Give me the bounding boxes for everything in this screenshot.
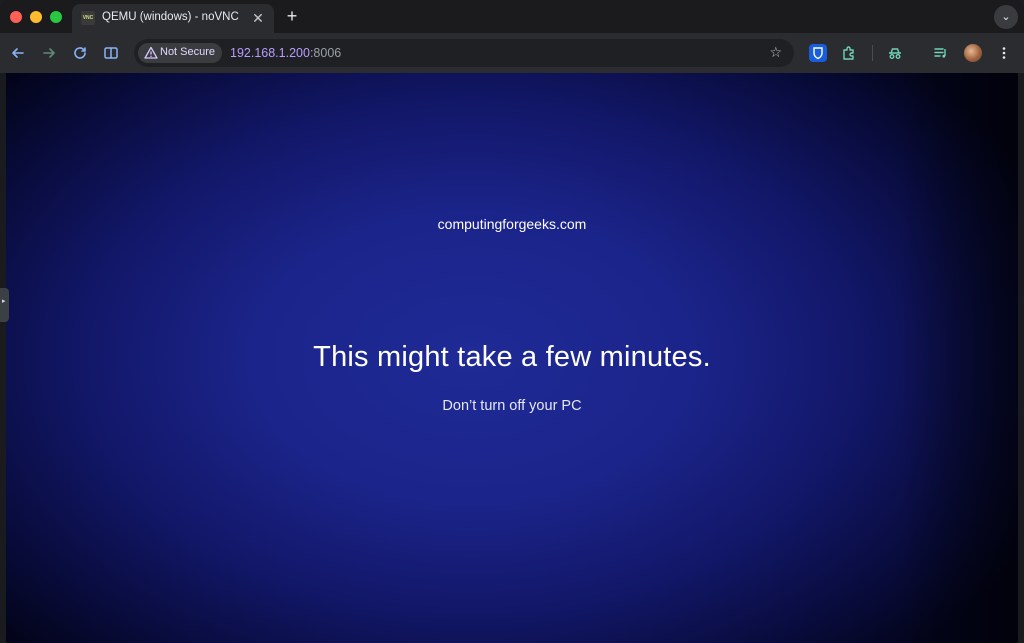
- toolbar-divider: [872, 45, 873, 61]
- chevron-right-icon: ▸: [2, 298, 6, 305]
- browser-window: VNC QEMU (windows) - noVNC ✕ + ⌄ Not Sec…: [0, 0, 1024, 643]
- bitwarden-icon[interactable]: [809, 44, 827, 62]
- back-icon[interactable]: [9, 44, 27, 62]
- toolbar: Not Secure 192.168.1.200:8006 ☆: [0, 33, 1024, 73]
- security-chip[interactable]: Not Secure: [138, 43, 222, 63]
- tab-search-icon[interactable]: ⌄: [994, 5, 1018, 29]
- more-menu-icon[interactable]: [995, 44, 1013, 62]
- media-control-icon[interactable]: [932, 44, 950, 62]
- extensions-icon[interactable]: [840, 44, 858, 62]
- url-port: :8006: [309, 46, 342, 60]
- novnc-control-bar-handle[interactable]: ▸: [0, 288, 9, 322]
- minimize-window-button[interactable]: [30, 11, 42, 23]
- split-view-icon[interactable]: [102, 44, 120, 62]
- novnc-favicon-icon: VNC: [81, 11, 95, 25]
- setup-headline: This might take a few minutes.: [313, 341, 711, 373]
- incognito-icon[interactable]: [886, 44, 904, 62]
- reload-icon[interactable]: [71, 44, 89, 62]
- close-window-button[interactable]: [10, 11, 22, 23]
- forward-icon[interactable]: [40, 44, 58, 62]
- tab-qemu-novnc[interactable]: VNC QEMU (windows) - noVNC ✕: [72, 4, 274, 33]
- maximize-window-button[interactable]: [50, 11, 62, 23]
- tab-title: QEMU (windows) - noVNC: [102, 11, 239, 23]
- warning-icon: [144, 46, 158, 59]
- setup-subline: Don’t turn off your PC: [442, 398, 582, 414]
- tab-strip: VNC QEMU (windows) - noVNC ✕ + ⌄: [0, 0, 1024, 33]
- close-icon[interactable]: ✕: [250, 10, 266, 26]
- url-host: 192.168.1.200: [230, 46, 310, 60]
- avatar[interactable]: [964, 44, 982, 62]
- security-label: Not Secure: [160, 46, 216, 58]
- address-bar[interactable]: Not Secure 192.168.1.200:8006 ☆: [134, 39, 794, 67]
- vnc-screen[interactable]: computingforgeeks.com This might take a …: [6, 73, 1018, 643]
- content-frame-right: [1018, 73, 1024, 643]
- star-icon[interactable]: ☆: [769, 44, 782, 61]
- new-tab-icon[interactable]: +: [283, 7, 301, 25]
- watermark-brand: computingforgeeks.com: [437, 216, 587, 232]
- url-text[interactable]: 192.168.1.200:8006: [230, 46, 341, 60]
